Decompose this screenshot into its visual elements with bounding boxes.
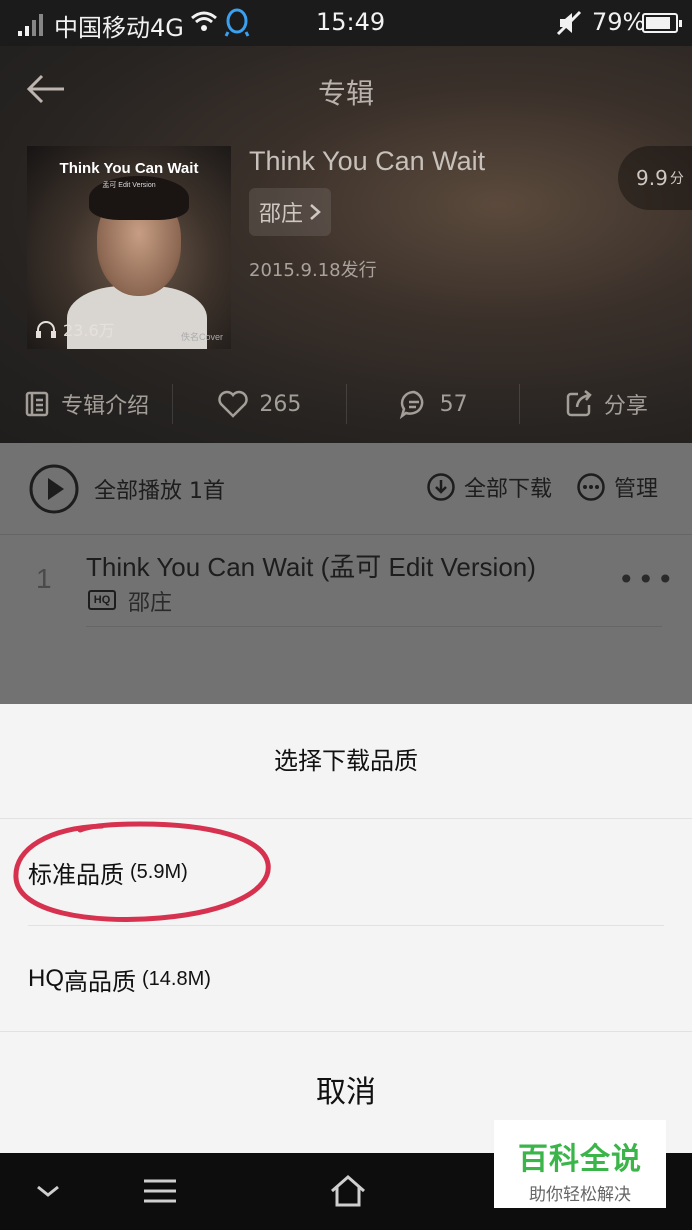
cover-subtitle: 孟可 Edit Version [102, 182, 156, 189]
divider [86, 626, 662, 627]
hq-badge: HQ [88, 590, 116, 610]
track-artist: 邵庄 [128, 591, 173, 616]
more-circle-icon [577, 473, 605, 501]
manage-label: 管理 [614, 477, 659, 502]
track-list-area: 全部播放 1首 全部下载 管理 1 Think You Can Wait (孟可… [0, 443, 692, 704]
sheet-title: 选择下载品质 [0, 704, 692, 819]
menu-icon[interactable] [140, 1173, 180, 1209]
download-all-label: 全部下载 [464, 477, 553, 502]
cover-tag: 佚名Cover [180, 332, 223, 342]
album-intro-button[interactable]: 专辑介绍 [0, 384, 172, 424]
standard-quality-option[interactable]: 标准品质 (5.9M) [28, 820, 664, 926]
clock: 15:49 [316, 8, 386, 36]
option-label: 标准品质 [28, 861, 124, 889]
artist-link[interactable]: 邵庄 [249, 188, 332, 236]
rating-badge[interactable]: 9.9 分 [618, 146, 692, 210]
more-dots-icon[interactable]: ••• [618, 563, 677, 596]
qq-icon [224, 8, 250, 37]
track-title: Think You Can Wait (孟可 Edit Version) [86, 552, 536, 582]
like-count: 265 [259, 391, 302, 417]
share-button[interactable]: 分享 [518, 384, 692, 424]
like-button[interactable]: 265 [172, 384, 345, 424]
hq-quality-option[interactable]: HQ 高品质 (14.8M) [28, 926, 664, 1032]
chevron-down-icon[interactable] [28, 1173, 68, 1209]
comment-icon [399, 390, 423, 419]
headphones-icon [36, 321, 56, 338]
cover-title: Think You Can Wait [59, 160, 199, 177]
play-all-label[interactable]: 全部播放 1首 [94, 473, 225, 505]
play-circle-icon[interactable] [28, 463, 80, 515]
download-all-button[interactable]: 全部下载 [426, 471, 552, 503]
download-circle-icon [427, 473, 455, 501]
book-icon [25, 391, 49, 417]
album-header: 专辑 Think You Can Wait 孟可 Edit Version 佚名… [0, 46, 692, 443]
chevron-right-icon [310, 204, 321, 220]
play-count: 23.6万 [35, 317, 115, 341]
option-size: (14.8M) [142, 967, 211, 990]
track-row[interactable]: 1 Think You Can Wait (孟可 Edit Version) H… [0, 535, 692, 627]
share-icon [566, 390, 592, 417]
manage-button[interactable]: 管理 [576, 471, 658, 503]
rating-value: 9.9 [636, 166, 668, 190]
comment-count: 57 [439, 391, 468, 417]
wifi-icon [191, 11, 217, 31]
mute-icon [556, 10, 582, 36]
album-actions: 专辑介绍 265 57 分享 [0, 376, 692, 432]
download-quality-sheet: 选择下载品质 标准品质 (5.9M) HQ 高品质 (14.8M) 取消 [0, 704, 692, 1153]
battery-percent: 79% [592, 8, 646, 36]
option-size: (5.9M) [130, 861, 188, 883]
option-hq-prefix: HQ [28, 965, 64, 992]
release-date: 2015.9.18发行 [249, 260, 377, 281]
signal-icon [18, 12, 48, 36]
comment-button[interactable]: 57 [345, 384, 519, 424]
heart-icon [218, 390, 249, 418]
watermark-main: 百科全说 [518, 1142, 642, 1177]
home-icon[interactable] [328, 1173, 368, 1209]
album-cover[interactable]: Think You Can Wait 孟可 Edit Version 佚名Cov… [27, 146, 231, 349]
list-toolbar: 全部播放 1首 全部下载 管理 [0, 443, 692, 535]
page-title: 专辑 [317, 77, 374, 110]
option-label: 高品质 [64, 967, 136, 996]
watermark-logo: 百科全说 助你轻松解决 [494, 1120, 666, 1208]
album-name: Think You Can Wait [249, 146, 486, 176]
artist-name: 邵庄 [259, 202, 304, 227]
battery-icon [642, 13, 682, 33]
watermark-sub: 助你轻松解决 [529, 1185, 631, 1205]
album-intro-label: 专辑介绍 [61, 394, 150, 419]
track-index: 1 [36, 563, 52, 594]
play-count-value: 23.6万 [63, 321, 115, 340]
rating-unit: 分 [669, 171, 684, 187]
share-label: 分享 [603, 394, 648, 419]
status-bar: 中国移动4G 15:49 79% [0, 0, 692, 46]
carrier-label: 中国移动4G [54, 14, 184, 42]
